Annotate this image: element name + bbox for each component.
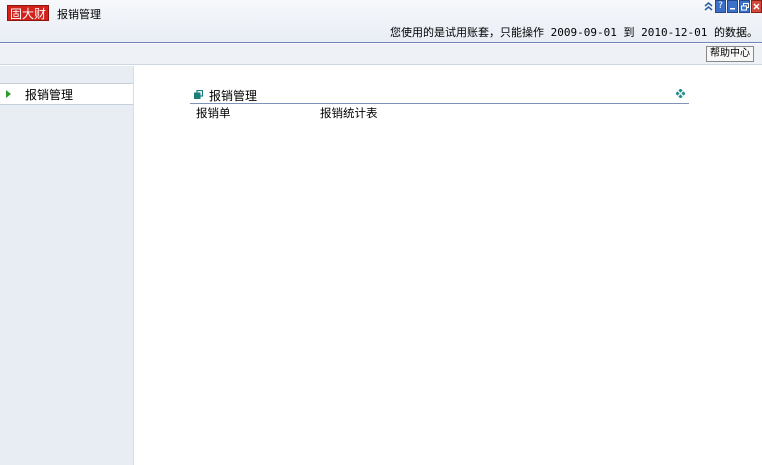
diamond-cluster-icon[interactable]: [676, 89, 685, 98]
window-restore-icon: [194, 90, 203, 99]
collapse-icon[interactable]: [703, 0, 714, 13]
close-icon[interactable]: [751, 0, 762, 13]
sidebar-item-label: 报销管理: [25, 88, 74, 102]
main-content: 报销管理 报销单 报销统计表: [135, 66, 762, 465]
toolbar: 帮助中心: [0, 44, 762, 65]
panel-links: 报销单 报销统计表: [190, 104, 689, 122]
window-controls: ?: [703, 0, 762, 13]
app-header: 固大财 报销管理 ? 您使用的是试用账套，只能操作 2009-09-01 到 2…: [0, 0, 762, 43]
trial-notice: 您使用的是试用账套，只能操作 2009-09-01 到 2010-12-01 的…: [390, 26, 758, 39]
app-title: 报销管理: [57, 8, 101, 21]
help-icon[interactable]: ?: [715, 0, 726, 13]
double-chevron-up-icon: [704, 2, 713, 11]
expense-form-link[interactable]: 报销单: [196, 106, 231, 120]
expense-report-link[interactable]: 报销统计表: [320, 106, 378, 120]
panel-header: 报销管理: [190, 86, 689, 104]
sidebar-item-expense-management[interactable]: 报销管理: [0, 83, 133, 105]
expense-panel: 报销管理 报销单 报销统计表: [190, 86, 689, 122]
minimize-icon[interactable]: [727, 0, 738, 13]
help-center-button[interactable]: 帮助中心: [706, 46, 754, 62]
sidebar-spacer: [0, 66, 133, 83]
app-logo: 固大财: [7, 5, 49, 21]
restore-icon[interactable]: [739, 0, 750, 13]
triangle-right-icon: [6, 90, 11, 98]
sidebar: 报销管理: [0, 66, 134, 465]
panel-title: 报销管理: [209, 89, 258, 103]
